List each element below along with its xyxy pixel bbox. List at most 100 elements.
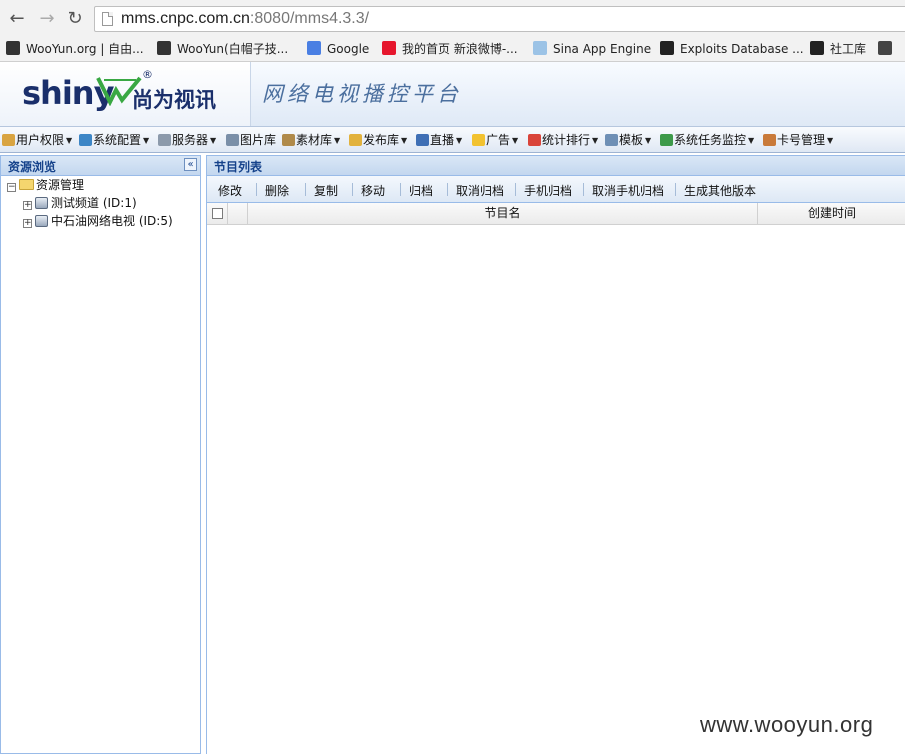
logo: shiny ® 尚为视讯 — [0, 62, 251, 126]
menu-item-label: 系统配置 — [93, 133, 142, 147]
bookmark-icon — [878, 41, 892, 55]
select-all-checkbox[interactable] — [212, 208, 223, 219]
toolbar-button[interactable]: 取消归档 — [456, 182, 504, 199]
column-header-name[interactable]: 节目名 — [248, 203, 758, 224]
live-icon — [416, 134, 429, 146]
tree-node-channel[interactable]: + 中石油网络电视 (ID:5) — [23, 213, 173, 230]
tree-node-label: 测试频道 (ID:1) — [51, 196, 137, 210]
bookmark-item[interactable]: 社工库 — [810, 41, 866, 58]
program-list-panel: 节目列表 修改 删除 复制 移动 归档 取消归档 手机归档 取消手机归档 生成其他版本 节目名 … — [206, 155, 905, 754]
reload-icon[interactable]: ↻ — [64, 8, 86, 30]
toolbar-button[interactable]: 复制 — [314, 182, 338, 199]
menu-item[interactable]: 用户权限 ▼ — [2, 131, 72, 149]
expand-node-icon[interactable]: + — [23, 201, 32, 210]
tree-node-channel[interactable]: + 测试频道 (ID:1) — [23, 195, 137, 212]
menu-item-label: 广告 — [486, 133, 511, 147]
toolbar-button[interactable]: 删除 — [265, 182, 289, 199]
menu-item-label: 素材库 — [296, 133, 333, 147]
panel-title: 节目列表 — [214, 160, 263, 174]
menu-item[interactable]: 卡号管理 ▼ — [763, 131, 833, 149]
row-number-column — [228, 203, 248, 224]
app-header: shiny ® 尚为视讯 网络电视播控平台 — [0, 62, 905, 127]
app-title: 网络电视播控平台 — [262, 82, 462, 106]
tree-node-root[interactable]: − 资源管理 — [7, 177, 84, 194]
menu-item[interactable]: 系统任务监控 ▼ — [660, 131, 754, 149]
column-header-created[interactable]: 创建时间 — [758, 203, 905, 224]
logo-registered-mark: ® — [142, 68, 153, 81]
menu-item[interactable]: 服务器 ▼ — [158, 131, 216, 149]
forward-arrow-icon[interactable]: → — [36, 8, 58, 30]
collapse-icon[interactable]: « — [184, 158, 197, 171]
toolbar-button[interactable]: 移动 — [361, 182, 385, 199]
card-icon — [763, 134, 776, 146]
bookmark-item[interactable]: Exploits Database ... — [660, 41, 804, 58]
menu-item[interactable]: 广告 ▼ — [472, 131, 518, 149]
menu-item[interactable]: 系统配置 ▼ — [79, 131, 149, 149]
toolbar-button[interactable]: 归档 — [409, 182, 433, 199]
dropdown-arrow-icon: ▼ — [512, 136, 519, 145]
bookmark-label: 社工库 — [830, 42, 867, 56]
browser-toolbar: ← → ↻ mms.cnpc.com.cn:8080/mms4.3.3/ — [0, 0, 905, 39]
exploit-db-icon — [660, 41, 674, 55]
menu-item[interactable]: 素材库 ▼ — [282, 131, 340, 149]
toolbar-button[interactable]: 手机归档 — [524, 182, 572, 199]
channel-icon — [35, 215, 48, 227]
toolbar-button[interactable]: 取消手机归档 — [592, 182, 664, 199]
menu-item[interactable]: 直播 ▼ — [416, 131, 462, 149]
toolbar-button[interactable]: 修改 — [218, 182, 242, 199]
menu-item-label: 直播 — [430, 133, 455, 147]
bookmark-item[interactable] — [878, 41, 898, 58]
url-text: mms.cnpc.com.cn:8080/mms4.3.3/ — [121, 10, 370, 27]
toolbar-separator — [400, 183, 401, 196]
toolbar-separator — [515, 183, 516, 196]
menu-item[interactable]: 模板 ▼ — [605, 131, 651, 149]
dropdown-arrow-icon: ▼ — [748, 136, 755, 145]
wooyun-icon — [157, 41, 171, 55]
menu-item-label: 模板 — [619, 133, 644, 147]
menu-item[interactable]: 发布库 ▼ — [349, 131, 407, 149]
bookmark-item[interactable]: WooYun(白帽子技... — [157, 41, 288, 58]
toolbar-separator — [447, 183, 448, 196]
resource-browser-panel: 资源浏览 « − 资源管理 + 测试频道 (ID:1) + 中石油网络电视 (ID:5… — [0, 155, 201, 754]
collapse-node-icon[interactable]: − — [7, 183, 16, 192]
toolbar-separator — [305, 183, 306, 196]
menu-item-label: 服务器 — [172, 133, 209, 147]
publish-library-icon — [349, 134, 362, 146]
logo-chinese-name: 尚为视讯 — [132, 88, 216, 112]
grid-body — [207, 225, 905, 754]
bookmark-item[interactable]: Sina App Engine — [533, 41, 651, 58]
toolbar-button[interactable]: 生成其他版本 — [684, 182, 756, 199]
bookmark-item[interactable]: Google — [307, 41, 369, 58]
page-icon — [102, 12, 113, 26]
bookmark-item[interactable]: WooYun.org | 自由... — [6, 41, 144, 58]
program-toolbar: 修改 删除 复制 移动 归档 取消归档 手机归档 取消手机归档 生成其他版本 — [207, 176, 905, 203]
bookmark-label: WooYun.org | 自由... — [26, 42, 144, 56]
expand-node-icon[interactable]: + — [23, 219, 32, 228]
ad-icon — [472, 134, 485, 146]
menu-item-label: 图片库 — [240, 133, 277, 147]
bookmark-label: WooYun(白帽子技... — [177, 42, 289, 56]
grid-header: 节目名 创建时间 — [207, 203, 905, 225]
task-monitor-icon — [660, 134, 673, 146]
tree-node-label: 资源管理 — [36, 178, 85, 192]
menu-item[interactable]: 统计排行 ▼ — [528, 131, 598, 149]
panel-header: 节目列表 — [207, 155, 905, 176]
bookmark-label: 我的首页 新浪微博-... — [402, 42, 518, 56]
main-menu-bar: 用户权限 ▼ 系统配置 ▼ 服务器 ▼ 图片库 素材库 ▼ 发布库 ▼ 直播 ▼ 广告 ▼ 统计排行 ▼ 模板 ▼ 系… — [0, 127, 905, 153]
menu-item[interactable]: 图片库 — [226, 131, 276, 149]
dropdown-arrow-icon: ▼ — [210, 136, 217, 145]
server-icon — [158, 134, 171, 146]
settings-icon — [79, 134, 92, 146]
bookmark-item[interactable]: 我的首页 新浪微博-... — [382, 41, 518, 58]
bookmark-label: Google — [327, 42, 370, 56]
statistics-icon — [528, 134, 541, 146]
back-arrow-icon[interactable]: ← — [6, 8, 28, 30]
toolbar-separator — [352, 183, 353, 196]
image-library-icon — [226, 134, 239, 146]
address-bar[interactable]: mms.cnpc.com.cn:8080/mms4.3.3/ — [94, 6, 905, 32]
menu-item-label: 发布库 — [363, 133, 400, 147]
select-all-column — [207, 203, 228, 224]
dropdown-arrow-icon: ▼ — [592, 136, 599, 145]
google-icon — [307, 41, 321, 55]
tree-node-label: 中石油网络电视 (ID:5) — [51, 214, 173, 228]
